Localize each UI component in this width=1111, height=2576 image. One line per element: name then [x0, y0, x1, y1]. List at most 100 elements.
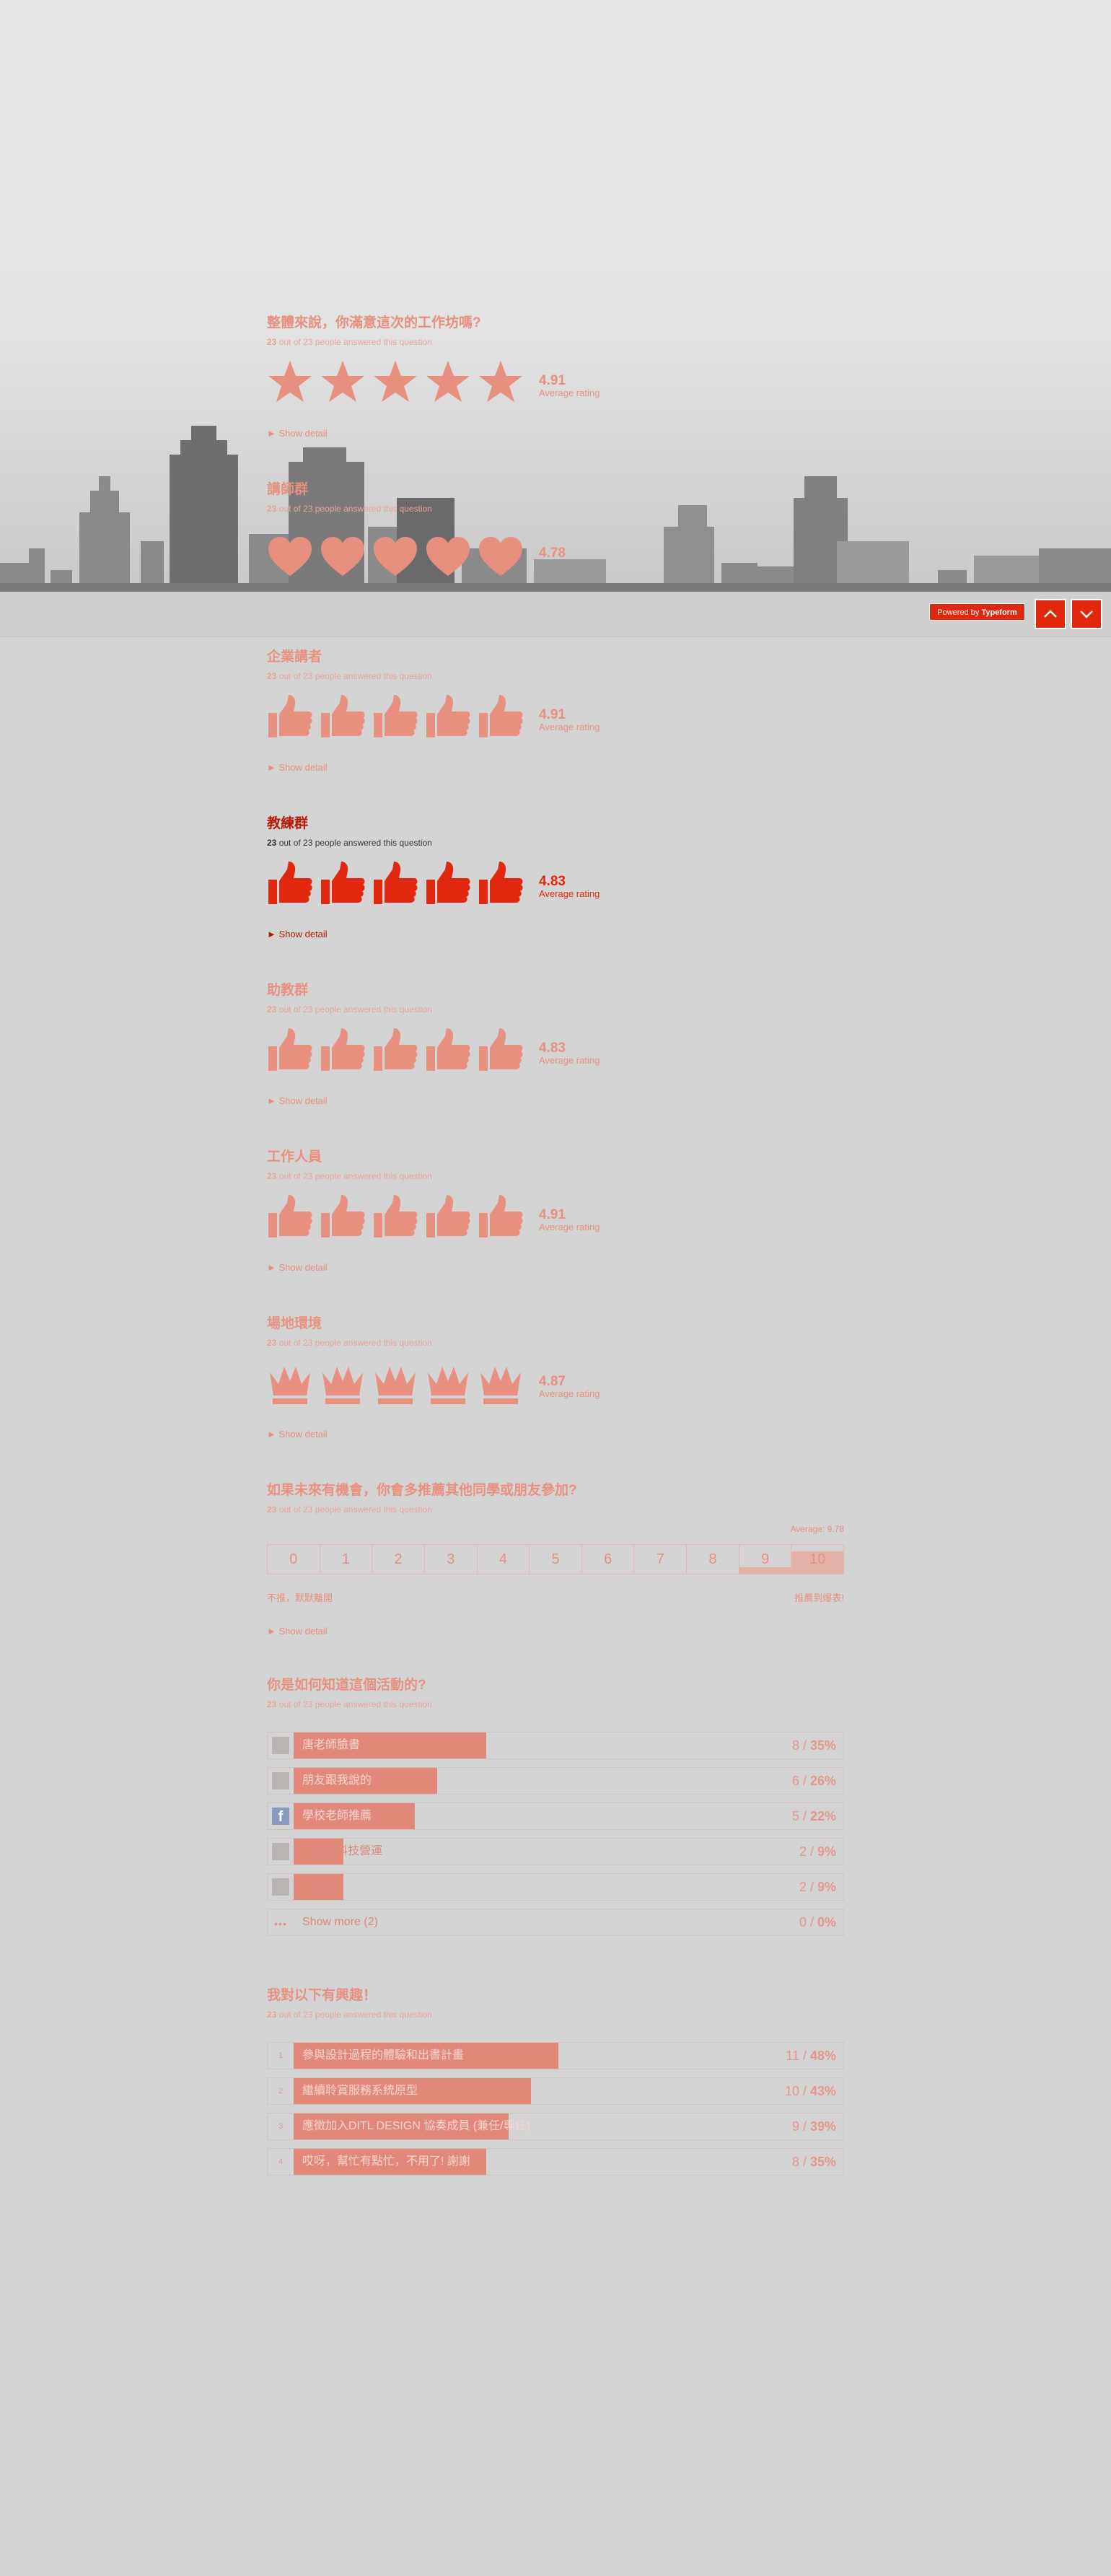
star-icon [321, 361, 364, 402]
star-icon [268, 361, 312, 402]
choice-row: (其他) 科技營運 2 / 9% [267, 1838, 844, 1865]
nps-option-label: 6 [604, 1551, 612, 1567]
previous-button[interactable] [1035, 599, 1066, 629]
show-detail-link[interactable]: ► Show detail [267, 1263, 328, 1273]
rating-icons [267, 358, 527, 408]
nps-option-label: 10 [809, 1551, 826, 1567]
photo-thumbnail [268, 1874, 294, 1900]
answered-count: 23 out of 23 people answered this questi… [267, 1171, 432, 1181]
rating-icons [267, 1359, 527, 1409]
average-rating-value: 4.83 [539, 874, 566, 889]
powered-prefix: Powered by [937, 608, 982, 617]
choice-count: 9 / 39% [791, 2119, 836, 2134]
choice-label: Show more (2) [302, 1916, 378, 1928]
choice-index: 4 [278, 2157, 284, 2166]
choice-label: 活動通 [302, 1880, 338, 1893]
thumbs-up-icon [321, 862, 365, 904]
answered-count: 23 out of 23 people answered this questi… [267, 1004, 432, 1015]
nps-option-10: 10 [791, 1544, 845, 1574]
nps-option-4: 4 [477, 1544, 530, 1574]
thumbs-up-icon [321, 1195, 365, 1237]
average-rating-value: 4.91 [539, 707, 566, 722]
choice-count: 0 / 0% [799, 1915, 836, 1929]
powered-by-typeform-badge[interactable]: Powered by Typeform [929, 603, 1025, 621]
nps-option-label: 8 [708, 1551, 717, 1567]
crown-icon [270, 1367, 310, 1404]
choice-row: 活動通 2 / 9% [267, 1873, 844, 1901]
choice-row: 1 參與設計過程的體驗和出書計畫 11 / 48% [267, 2042, 844, 2069]
choice-count: 8 / 35% [791, 1738, 836, 1753]
thumbs-up-icon [321, 1028, 365, 1071]
show-detail-link[interactable]: ► Show detail [267, 1096, 328, 1106]
nps-low-label: 不推，默默離開 [267, 1593, 333, 1603]
average-rating-label: Average rating [539, 1388, 600, 1399]
nps-scale: Average: 9.78 0 1 2 3 4 5 6 7 8 9 10 [267, 1524, 845, 1574]
question-title: 助教群 [267, 983, 309, 998]
nps-option-label: 0 [289, 1551, 298, 1567]
thumbs-up-icon [479, 1028, 523, 1071]
thumbs-up-icon [268, 1028, 312, 1071]
choice-index: 3 [278, 2122, 284, 2131]
thumbs-up-icon [479, 862, 523, 904]
photo-thumbnail [268, 1768, 294, 1794]
rating-icons [267, 1025, 527, 1076]
more-icon: ••• [274, 1918, 287, 1929]
nps-option-2: 2 [372, 1544, 425, 1574]
choice-index: 2 [278, 2087, 284, 2095]
question-title: 工作人員 [267, 1149, 322, 1165]
choice-count: 11 / 48% [786, 2049, 836, 2063]
show-detail-link[interactable]: ► Show detail [267, 929, 328, 939]
thumbs-up-icon [374, 695, 418, 737]
average-rating-label: Average rating [539, 888, 600, 899]
show-detail-link[interactable]: ► Show detail [267, 429, 328, 439]
photo-thumbnail [268, 1839, 294, 1865]
question-recommend: 如果未來有機會，你會多推薦其他同學或朋友參加? 23 out of 23 peo… [267, 1482, 844, 1515]
question-overall-satisfaction: 整體來說，你滿意這次的工作坊嗎? 23 out of 23 people ans… [267, 315, 844, 439]
star-icon [374, 361, 417, 402]
crown-icon [480, 1367, 521, 1404]
answered-count: 23 out of 23 people answered this questi… [267, 1338, 432, 1348]
nps-option-9: 9 [739, 1544, 792, 1574]
show-detail-link[interactable]: ► Show detail [267, 763, 328, 773]
nps-option-1: 1 [320, 1544, 373, 1574]
answered-count: 23 out of 23 people answered this questi… [267, 337, 432, 347]
average-rating-label: Average rating [539, 1222, 600, 1232]
question-title: 講師群 [267, 482, 309, 497]
show-detail-link[interactable]: ► Show detail [267, 1626, 328, 1637]
average-rating-label: Average rating [539, 1055, 600, 1066]
answered-count: 23 out of 23 people answered this questi… [267, 1699, 432, 1709]
question-how-did-you-hear: 你是如何知道這個活動的? 23 out of 23 people answere… [267, 1677, 844, 1709]
thumbs-up-icon [426, 862, 470, 904]
average-rating-value: 4.78 [539, 546, 566, 561]
choice-row[interactable]: ••• Show more (2) 0 / 0% [267, 1909, 844, 1936]
question-title: 教練群 [267, 816, 309, 831]
average-rating-label: Average rating [539, 722, 600, 732]
question-teaching-assistants: 助教群 23 out of 23 people answered this qu… [267, 982, 844, 1106]
thumbs-up-icon [479, 1195, 523, 1237]
thumbs-up-icon [268, 862, 312, 904]
choice-label: 參與設計過程的體驗和出書計畫 [302, 2049, 465, 2062]
show-detail-link[interactable]: ► Show detail [267, 1429, 328, 1440]
choice-label: 繼續聆賞服務系統原型 [302, 2085, 418, 2097]
choice-label: 唐老師臉書 [302, 1739, 361, 1751]
question-title: 企業講者 [267, 649, 322, 665]
choice-label: (其他) 科技營運 [302, 1845, 383, 1857]
nps-option-7: 7 [634, 1544, 688, 1574]
choice-row: 2 繼續聆賞服務系統原型 10 / 43% [267, 2077, 844, 2105]
answered-count: 23 out of 23 people answered this questi… [267, 838, 432, 848]
choice-row: 朋友跟我說的 6 / 26% [267, 1767, 844, 1795]
question-title: 你是如何知道這個活動的? [267, 1678, 426, 1693]
rating-icons [267, 692, 527, 742]
next-button[interactable] [1071, 599, 1102, 629]
heart-icon [268, 537, 312, 576]
choice-row: f 學校老師推薦 5 / 22% [267, 1802, 844, 1830]
powered-brand: Typeform [981, 608, 1017, 617]
choice-count: 6 / 26% [791, 1774, 836, 1788]
thumbs-up-icon [479, 695, 523, 737]
nps-average: Average: 9.78 [790, 1524, 844, 1534]
choice-count: 8 / 35% [791, 2155, 836, 2169]
crown-icon [428, 1367, 468, 1404]
photo-thumbnail [268, 1732, 294, 1758]
question-title: 如果未來有機會，你會多推薦其他同學或朋友參加? [267, 1483, 577, 1498]
thumbs-up-icon [374, 1195, 418, 1237]
